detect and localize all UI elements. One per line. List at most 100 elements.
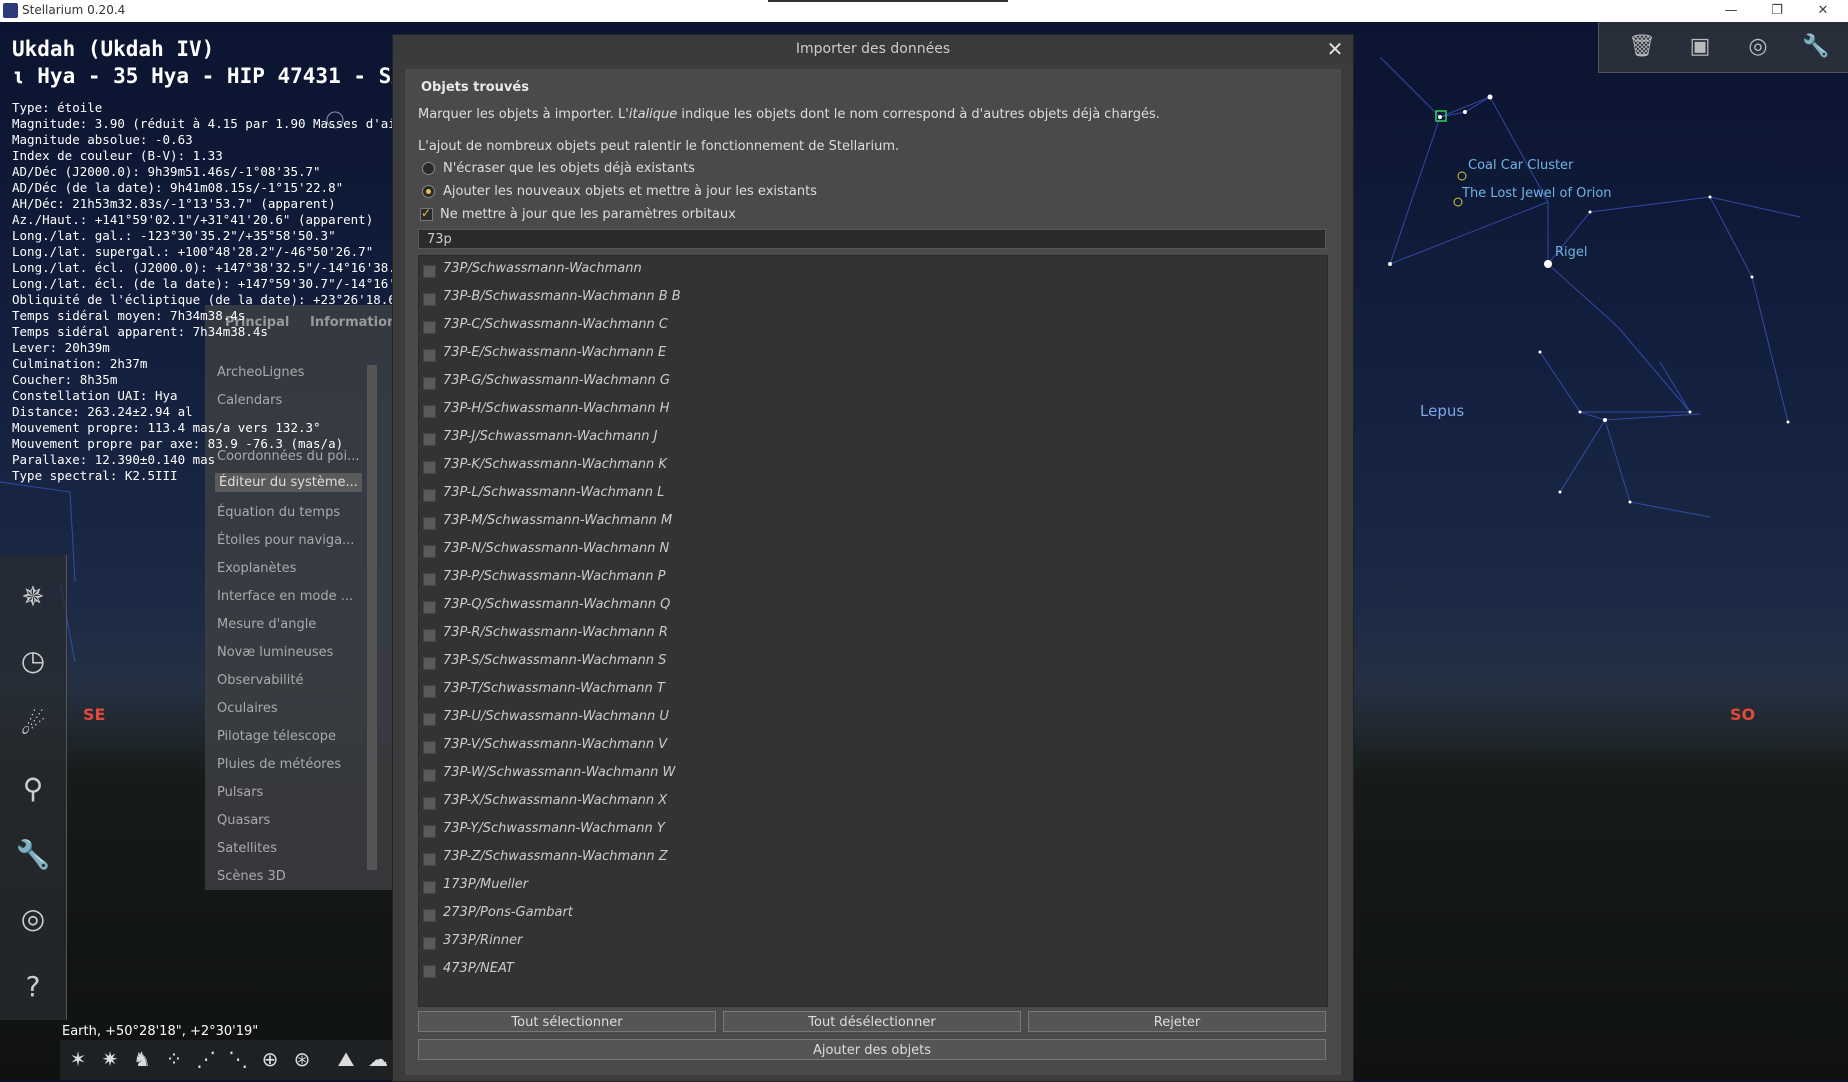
equatorial-grid-icon[interactable]: ⁘ bbox=[160, 1045, 188, 1073]
plugin-item[interactable]: Observabilité bbox=[217, 673, 303, 688]
screen-icon[interactable]: ▣ bbox=[1685, 32, 1715, 62]
radio-no-overwrite-label[interactable]: N'écraser que les objets déjà existants bbox=[443, 161, 695, 176]
label-lepus[interactable]: Lepus bbox=[1420, 402, 1464, 420]
list-item[interactable]: 73P-Y/Schwassmann-Wachmann Y bbox=[419, 818, 1325, 842]
list-item[interactable]: 73P-R/Schwassmann-Wachmann R bbox=[419, 622, 1325, 646]
label-rigel[interactable]: Rigel bbox=[1555, 245, 1588, 260]
item-checkbox[interactable] bbox=[423, 321, 436, 334]
item-checkbox[interactable] bbox=[423, 937, 436, 950]
item-checkbox[interactable] bbox=[423, 965, 436, 978]
list-item[interactable]: 73P-V/Schwassmann-Wachmann V bbox=[419, 734, 1325, 758]
item-checkbox[interactable] bbox=[423, 405, 436, 418]
plugin-item[interactable]: Quasars bbox=[217, 813, 270, 828]
item-checkbox[interactable] bbox=[423, 489, 436, 502]
plugin-item[interactable]: Novæ lumineuses bbox=[217, 645, 333, 660]
plugin-item[interactable]: Pilotage télescope bbox=[217, 729, 336, 744]
list-item[interactable]: 73P-C/Schwassmann-Wachmann C bbox=[419, 314, 1325, 338]
checkbox-orbital-only[interactable] bbox=[420, 206, 433, 221]
item-checkbox[interactable] bbox=[423, 349, 436, 362]
item-checkbox[interactable] bbox=[423, 713, 436, 726]
plugin-item[interactable]: Pulsars bbox=[217, 785, 263, 800]
item-checkbox[interactable] bbox=[423, 293, 436, 306]
close-window-button[interactable]: ✕ bbox=[1800, 0, 1846, 22]
plugin-item[interactable]: Scènes 3D bbox=[217, 869, 286, 884]
ground-icon[interactable]: ⋱ bbox=[224, 1045, 252, 1073]
list-item[interactable]: 73P-N/Schwassmann-Wachmann N bbox=[419, 538, 1325, 562]
item-checkbox[interactable] bbox=[423, 629, 436, 642]
item-checkbox[interactable] bbox=[423, 265, 436, 278]
list-item[interactable]: 73P-W/Schwassmann-Wachmann W bbox=[419, 762, 1325, 786]
plugin-item[interactable]: Pluies de météores bbox=[217, 757, 341, 772]
constellation-lines-icon[interactable]: ✶ bbox=[64, 1045, 92, 1073]
list-item[interactable]: 73P-K/Schwassmann-Wachmann K bbox=[419, 454, 1325, 478]
list-item[interactable]: 73P-T/Schwassmann-Wachmann T bbox=[419, 678, 1325, 702]
deselect-all-button[interactable]: Tout désélectionner bbox=[723, 1011, 1021, 1032]
list-item[interactable]: 273P/Pons-Gambart bbox=[419, 902, 1325, 926]
add-objects-button[interactable]: Ajouter des objets bbox=[418, 1039, 1326, 1060]
item-checkbox[interactable] bbox=[423, 881, 436, 894]
plugin-item[interactable]: Exoplanètes bbox=[217, 561, 296, 576]
date-time-button[interactable]: ◷ bbox=[10, 637, 56, 683]
item-checkbox[interactable] bbox=[423, 573, 436, 586]
constellation-labels-icon[interactable]: ✷ bbox=[96, 1045, 124, 1073]
item-checkbox[interactable] bbox=[423, 657, 436, 670]
sky-view-settings-button[interactable]: ☄ bbox=[10, 701, 56, 747]
label-coal-car-cluster[interactable]: Coal Car Cluster bbox=[1468, 158, 1573, 173]
list-item[interactable]: 73P-Q/Schwassmann-Wachmann Q bbox=[419, 594, 1325, 618]
plugin-item[interactable]: Oculaires bbox=[217, 701, 278, 716]
radio-no-overwrite[interactable] bbox=[422, 162, 435, 175]
list-item[interactable]: 373P/Rinner bbox=[419, 930, 1325, 954]
list-item[interactable]: 73P/Schwassmann-Wachmann bbox=[419, 258, 1325, 282]
trash-icon[interactable]: 🗑 bbox=[1627, 32, 1657, 62]
item-checkbox[interactable] bbox=[423, 769, 436, 782]
item-checkbox[interactable] bbox=[423, 797, 436, 810]
list-item[interactable]: 73P-E/Schwassmann-Wachmann E bbox=[419, 342, 1325, 366]
list-item[interactable]: 73P-H/Schwassmann-Wachmann H bbox=[419, 398, 1325, 422]
label-lost-jewel-of-orion[interactable]: The Lost Jewel of Orion bbox=[1462, 186, 1612, 201]
item-checkbox[interactable] bbox=[423, 545, 436, 558]
list-item[interactable]: 173P/Mueller bbox=[419, 874, 1325, 898]
list-item[interactable]: 73P-P/Schwassmann-Wachmann P bbox=[419, 566, 1325, 590]
plugin-item[interactable]: Étoiles pour naviga... bbox=[217, 533, 354, 548]
item-checkbox[interactable] bbox=[423, 853, 436, 866]
radio-add-update-label[interactable]: Ajouter les nouveaux objets et mettre à … bbox=[443, 184, 817, 199]
item-checkbox[interactable] bbox=[423, 601, 436, 614]
item-checkbox[interactable] bbox=[423, 377, 436, 390]
checkbox-orbital-only-label[interactable]: Ne mettre à jour que les paramètres orbi… bbox=[440, 207, 736, 222]
globe-icon[interactable]: ⊕ bbox=[256, 1045, 284, 1073]
dialog-close-button[interactable]: ✕ bbox=[1325, 39, 1345, 59]
item-checkbox[interactable] bbox=[423, 433, 436, 446]
minimize-button[interactable]: — bbox=[1708, 0, 1754, 22]
objects-list[interactable]: 73P/Schwassmann-Wachmann 73P-B/Schwassma… bbox=[418, 255, 1328, 1007]
item-checkbox[interactable] bbox=[423, 685, 436, 698]
dialog-title[interactable]: Importer des données bbox=[393, 35, 1353, 63]
item-checkbox[interactable] bbox=[423, 909, 436, 922]
location-window-button[interactable]: ✵ bbox=[10, 573, 56, 619]
plugin-item[interactable]: Équation du temps bbox=[217, 505, 340, 520]
atmosphere-icon[interactable]: ☁ bbox=[364, 1045, 392, 1073]
list-item[interactable]: 73P-L/Schwassmann-Wachmann L bbox=[419, 482, 1325, 506]
list-item[interactable]: 73P-Z/Schwassmann-Wachmann Z bbox=[419, 846, 1325, 870]
item-checkbox[interactable] bbox=[423, 517, 436, 530]
list-item[interactable]: 73P-M/Schwassmann-Wachmann M bbox=[419, 510, 1325, 534]
list-item[interactable]: 73P-J/Schwassmann-Wachmann J bbox=[419, 426, 1325, 450]
filter-input[interactable]: 73p bbox=[418, 229, 1326, 249]
list-item[interactable]: 73P-B/Schwassmann-Wachmann B B bbox=[419, 286, 1325, 310]
help-button[interactable]: ? bbox=[10, 963, 56, 1009]
restore-button[interactable]: ❐ bbox=[1754, 0, 1800, 22]
select-all-button[interactable]: Tout sélectionner bbox=[418, 1011, 716, 1032]
astronomical-calculations-button[interactable]: ◎ bbox=[10, 895, 56, 941]
plugin-item[interactable]: Mesure d'angle bbox=[217, 617, 316, 632]
list-item[interactable]: 73P-U/Schwassmann-Wachmann U bbox=[419, 706, 1325, 730]
landscape-icon[interactable]: ⛰ bbox=[332, 1045, 360, 1073]
nebula-icon[interactable]: ⊛ bbox=[288, 1045, 316, 1073]
list-item[interactable]: 73P-X/Schwassmann-Wachmann X bbox=[419, 790, 1325, 814]
reject-button[interactable]: Rejeter bbox=[1028, 1011, 1326, 1032]
search-button[interactable]: ⚲ bbox=[10, 765, 56, 811]
list-item[interactable]: 73P-S/Schwassmann-Wachmann S bbox=[419, 650, 1325, 674]
constellation-art-icon[interactable]: ♞ bbox=[128, 1045, 156, 1073]
plugin-item[interactable]: Satellites bbox=[217, 841, 277, 856]
item-checkbox[interactable] bbox=[423, 741, 436, 754]
list-item[interactable]: 73P-G/Schwassmann-Wachmann G bbox=[419, 370, 1325, 394]
target-icon[interactable]: ◎ bbox=[1743, 32, 1773, 62]
